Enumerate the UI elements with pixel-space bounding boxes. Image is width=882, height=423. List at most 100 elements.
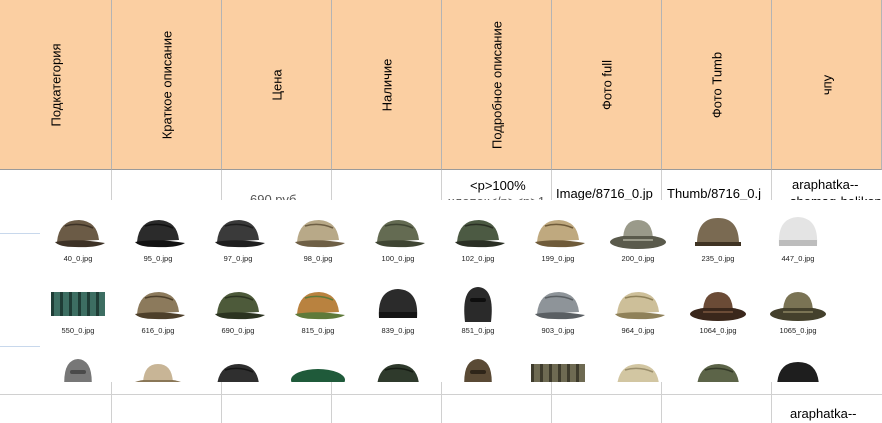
hat-image — [697, 364, 739, 382]
thumbnail-filename: 1065_0.jpg — [779, 326, 817, 335]
thumbnail-filename: 100_0.jpg — [381, 254, 415, 263]
column-header[interactable]: Цена — [222, 0, 332, 170]
hat-image — [135, 364, 181, 382]
edge-marker — [0, 346, 40, 347]
slug-cell-row2[interactable]: araphatka-- — [790, 406, 882, 421]
thumbnail-item[interactable] — [120, 352, 196, 382]
column-header[interactable]: Подробное описание — [442, 0, 552, 170]
thumbnail-item[interactable]: 100_0.jpg — [360, 208, 436, 268]
hat-image — [64, 359, 92, 382]
thumbnail-item[interactable] — [600, 352, 676, 382]
column-header-label: Краткое описание — [159, 30, 174, 139]
hat-image — [610, 220, 666, 249]
hat-image — [535, 292, 585, 320]
thumbnail-filename: 550_0.jpg — [61, 326, 95, 335]
hat-image — [535, 220, 585, 248]
thumbnail-filename: 447_0.jpg — [781, 254, 815, 263]
thumbnail-item[interactable]: 447_0.jpg — [760, 208, 836, 268]
hat-image — [615, 292, 665, 320]
thumbnail-item[interactable]: 1065_0.jpg — [760, 280, 836, 340]
thumbnail-item[interactable] — [200, 352, 276, 382]
thumbnail-item[interactable] — [680, 352, 756, 382]
thumbnail-item[interactable]: 815_0.jpg — [280, 280, 356, 340]
thumbnail-item[interactable]: 1064_0.jpg — [680, 280, 756, 340]
thumbnail-item[interactable]: 98_0.jpg — [280, 208, 356, 268]
hat-image — [295, 220, 345, 248]
hat-image — [770, 292, 826, 321]
column-header-label: Наличие — [379, 58, 394, 111]
thumbnail-filename: 97_0.jpg — [223, 254, 253, 263]
thumbnail-filename: 616_0.jpg — [141, 326, 175, 335]
hat-image — [295, 292, 345, 320]
thumbnail-filename: 851_0.jpg — [461, 326, 495, 335]
thumbnail-item[interactable] — [440, 352, 516, 382]
hat-image — [55, 220, 105, 248]
column-header[interactable]: Подкатегория — [0, 0, 112, 170]
thumbnail-filename: 964_0.jpg — [621, 326, 655, 335]
thumbnail-filename: 815_0.jpg — [301, 326, 335, 335]
hat-image — [690, 292, 746, 321]
hat-image — [455, 220, 505, 248]
hat-image — [617, 364, 659, 382]
hat-image — [135, 220, 185, 248]
thumbnail-item[interactable]: 97_0.jpg — [200, 208, 276, 268]
thumbnail-filename: 235_0.jpg — [701, 254, 735, 263]
hat-image — [51, 292, 105, 316]
spreadsheet: Подкатегория Краткое описание Цена Наличие П… — [0, 0, 882, 423]
thumbnail-filename: 839_0.jpg — [381, 326, 415, 335]
photo-full-cell[interactable]: Image/8716_0.jp — [556, 186, 660, 201]
column-header[interactable]: Наличие — [332, 0, 442, 170]
thumbnail-item[interactable]: 903_0.jpg — [520, 280, 596, 340]
thumbnail-item[interactable]: 690_0.jpg — [200, 280, 276, 340]
row-divider — [0, 394, 882, 395]
column-header[interactable]: Краткое описание — [112, 0, 222, 170]
hat-image — [215, 220, 265, 248]
thumbnail-item[interactable]: 200_0.jpg — [600, 208, 676, 268]
thumbnail-item[interactable]: 550_0.jpg — [40, 280, 116, 340]
hat-image — [464, 359, 492, 382]
thumbnail-item[interactable] — [40, 352, 116, 382]
thumbnail-item[interactable]: 199_0.jpg — [520, 208, 596, 268]
thumbnail-filename: 102_0.jpg — [461, 254, 495, 263]
hat-image — [375, 220, 425, 248]
hat-image — [291, 369, 345, 382]
slug-line: araphatka-- — [792, 177, 859, 192]
thumbnail-item[interactable]: 40_0.jpg — [40, 208, 116, 268]
column-header[interactable]: Фото Tumb — [662, 0, 772, 170]
description-cell[interactable]: <p>100% — [470, 178, 550, 193]
column-header-label: Подробное описание — [489, 20, 504, 149]
edge-marker — [0, 233, 40, 234]
column-header-label: чпу — [819, 74, 834, 95]
thumbnail-item[interactable]: 235_0.jpg — [680, 208, 756, 268]
hat-image — [215, 292, 265, 320]
thumbnail-filename: 690_0.jpg — [221, 326, 255, 335]
thumbnail-item[interactable]: 102_0.jpg — [440, 208, 516, 268]
hat-image — [378, 289, 418, 318]
column-header[interactable]: чпу — [772, 0, 882, 170]
thumbnail-filename: 199_0.jpg — [541, 254, 575, 263]
thumbnail-item[interactable]: 964_0.jpg — [600, 280, 676, 340]
column-header-label: Цена — [269, 68, 284, 101]
photo-thumb-cell[interactable]: Thumb/8716_0.j — [667, 186, 771, 201]
thumbnail-grid-overlay[interactable]: 40_0.jpg 95_0.jpg 97_0.jpg 98_0.jpg 100_0.jp… — [40, 200, 882, 382]
hat-image — [531, 364, 585, 382]
column-header-label: Подкатегория — [48, 42, 63, 127]
thumbnail-item[interactable]: 851_0.jpg — [440, 280, 516, 340]
thumbnail-item[interactable] — [760, 352, 836, 382]
column-header[interactable]: Фото full — [552, 0, 662, 170]
column-header-label: Фото full — [599, 59, 614, 110]
thumbnail-filename: 200_0.jpg — [621, 254, 655, 263]
thumbnail-filename: 903_0.jpg — [541, 326, 575, 335]
thumbnail-item[interactable] — [280, 352, 356, 382]
thumbnail-item[interactable] — [520, 352, 596, 382]
thumbnail-filename: 98_0.jpg — [303, 254, 333, 263]
thumbnail-item[interactable] — [360, 352, 436, 382]
hat-image — [695, 218, 741, 246]
thumbnail-item[interactable]: 616_0.jpg — [120, 280, 196, 340]
thumbnail-item[interactable]: 839_0.jpg — [360, 280, 436, 340]
hat-image — [217, 364, 259, 382]
thumbnail-item[interactable]: 95_0.jpg — [120, 208, 196, 268]
thumbnail-filename: 1064_0.jpg — [699, 326, 737, 335]
hat-image — [777, 362, 819, 382]
thumbnail-filename: 95_0.jpg — [143, 254, 173, 263]
